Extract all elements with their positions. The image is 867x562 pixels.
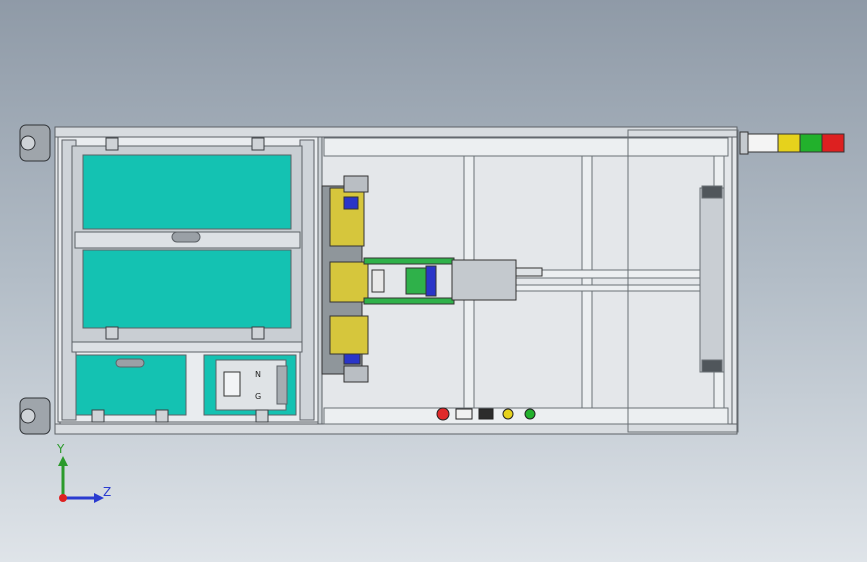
indicator-light-icon[interactable]: [478, 408, 494, 420]
green-rod-top: [363, 257, 455, 265]
upper-panel: [82, 154, 292, 230]
axis-y-label: Y: [57, 442, 65, 456]
signal-tower-icon: [739, 131, 845, 155]
caster-wheel-icon: [19, 124, 51, 435]
selector-label-n: N: [255, 370, 261, 379]
axis-z-label: Z: [103, 485, 112, 499]
axis-triad-icon: [58, 456, 104, 503]
drawer-handle: [115, 358, 145, 368]
cylinder-block: [451, 259, 517, 301]
cad-top-view: N G: [19, 124, 845, 503]
indicator-light-icon[interactable]: [502, 408, 514, 420]
panel-handle: [171, 231, 201, 243]
green-rod-bottom: [363, 297, 455, 305]
indicator-light-icon[interactable]: [524, 408, 536, 420]
left-cabinet: [57, 136, 319, 423]
emergency-stop-icon[interactable]: [436, 407, 450, 421]
middle-panel: [82, 249, 292, 329]
roller-shaft: [699, 187, 725, 373]
selector-label-g: G: [255, 392, 261, 401]
